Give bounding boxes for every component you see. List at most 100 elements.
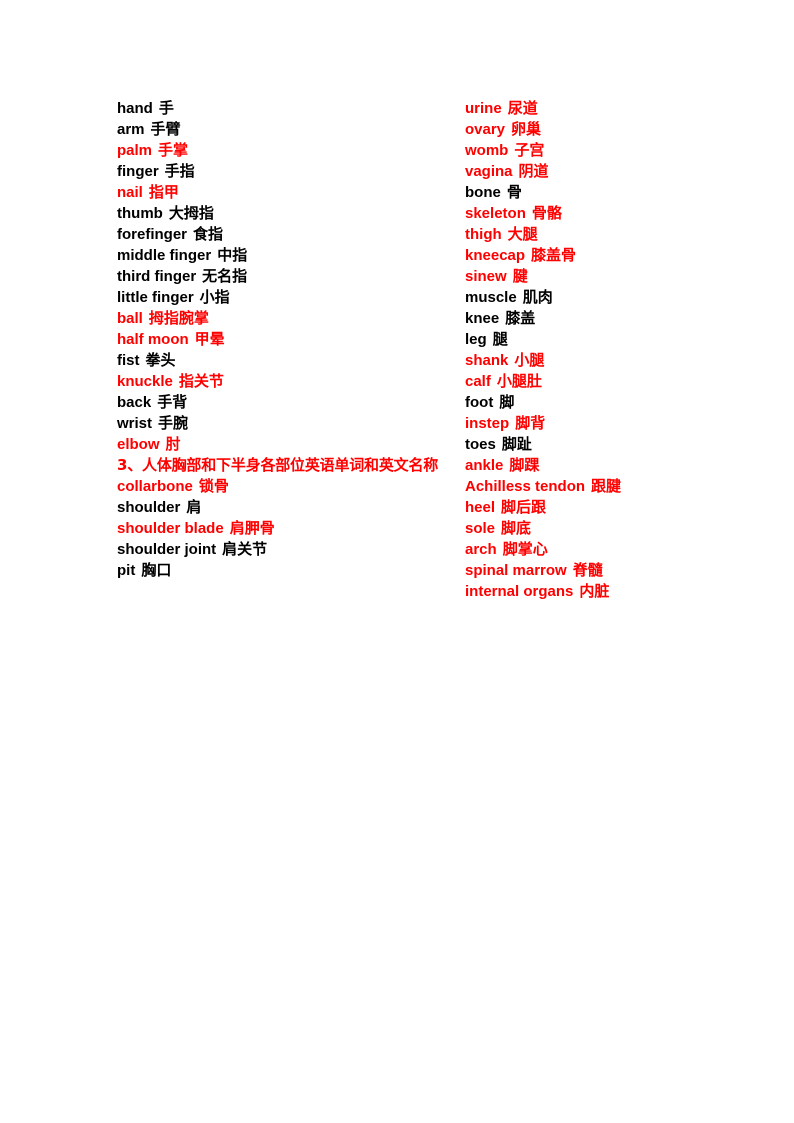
vocab-entry: leg 腿	[465, 329, 680, 350]
vocab-term-chinese: 中指	[217, 246, 248, 264]
vocab-term-chinese: 脚	[499, 393, 515, 411]
vocab-entry: little finger 小指	[117, 287, 467, 308]
vocab-term-english: hand	[117, 100, 153, 117]
vocab-term-english: arm	[117, 121, 145, 138]
vocab-term-english: ankle	[465, 457, 504, 474]
vocab-term-english: sinew	[465, 268, 507, 285]
vocab-term-chinese: 肩关节	[222, 540, 268, 558]
vocab-term-chinese: 阴道	[518, 162, 549, 180]
right-column: urine 尿道 ovary 卵巢 womb 子宫 vagina 阴道 bone 骨 skeleto…	[465, 98, 680, 602]
section-heading: 3、人体胸部和下半身各部位英语单词和英文名称	[117, 456, 439, 474]
vocab-term-chinese: 无名指	[202, 267, 248, 285]
vocab-term-english: third finger	[117, 268, 197, 285]
vocab-term-english: calf	[465, 373, 491, 390]
vocab-term-english: ovary	[465, 121, 506, 138]
vocab-term-chinese: 肘	[165, 435, 181, 453]
vocab-term-english: collarbone	[117, 478, 193, 495]
vocab-entry: palm 手掌	[117, 140, 467, 161]
vocab-term-english: nail	[117, 184, 143, 201]
vocab-entry: sole 脚底	[465, 518, 680, 539]
vocab-term-english: kneecap	[465, 247, 526, 264]
vocab-term-english: thumb	[117, 205, 163, 222]
vocab-entry: nail 指甲	[117, 182, 467, 203]
vocab-term-chinese: 尿道	[507, 99, 538, 117]
vocab-term-chinese: 手指	[164, 162, 195, 180]
vocab-term-chinese: 脚掌心	[502, 540, 548, 558]
vocab-term-english: toes	[465, 436, 496, 453]
vocab-term-english: elbow	[117, 436, 160, 453]
vocab-term-chinese: 手臂	[150, 120, 181, 138]
vocab-term-chinese: 小腿	[514, 351, 545, 369]
vocab-term-chinese: 内脏	[579, 582, 610, 600]
vocab-term-chinese: 腿	[492, 330, 508, 348]
vocab-term-english: internal organs	[465, 583, 574, 600]
vocab-entry: skeleton 骨骼	[465, 203, 680, 224]
vocab-term-english: wrist	[117, 415, 153, 432]
vocab-term-chinese: 肩	[186, 498, 202, 516]
vocab-entry: back 手背	[117, 392, 467, 413]
vocab-term-english: arch	[465, 541, 497, 558]
vocab-entry: vagina 阴道	[465, 161, 680, 182]
right-column-list: urine 尿道 ovary 卵巢 womb 子宫 vagina 阴道 bone 骨 skeleto…	[465, 98, 680, 602]
vocab-term-chinese: 大腿	[507, 225, 538, 243]
vocab-term-english: womb	[465, 142, 509, 159]
vocab-entry: middle finger 中指	[117, 245, 467, 266]
vocab-entry: arch 脚掌心	[465, 539, 680, 560]
vocab-term-english: vagina	[465, 163, 513, 180]
vocab-term-chinese: 肩胛骨	[229, 519, 275, 537]
vocab-term-english: urine	[465, 100, 502, 117]
vocab-entry: half moon 甲晕	[117, 329, 467, 350]
vocab-term-chinese: 肌肉	[522, 288, 553, 306]
document-page: hand 手 arm 手臂 palm 手掌 finger 手指 nail 指甲 thumb 大拇指 fo…	[0, 0, 794, 1123]
vocab-entry: ball 拇指腕掌	[117, 308, 467, 329]
vocab-entry: spinal marrow 脊髓	[465, 560, 680, 581]
vocab-term-chinese: 子宫	[514, 141, 545, 159]
left-column: hand 手 arm 手臂 palm 手掌 finger 手指 nail 指甲 thumb 大拇指 fo…	[117, 98, 467, 581]
vocab-term-chinese: 脚后跟	[501, 498, 547, 516]
vocab-entry: womb 子宫	[465, 140, 680, 161]
vocab-entry: arm 手臂	[117, 119, 467, 140]
vocab-term-english: palm	[117, 142, 153, 159]
vocab-term-english: half moon	[117, 331, 189, 348]
vocab-term-chinese: 手腕	[158, 414, 189, 432]
vocab-entry: heel 脚后跟	[465, 497, 680, 518]
vocab-entry: bone 骨	[465, 182, 680, 203]
vocab-entry: shoulder joint 肩关节	[117, 539, 467, 560]
vocab-entry: muscle 肌肉	[465, 287, 680, 308]
vocab-term-chinese: 大拇指	[168, 204, 214, 222]
vocab-term-english: spinal marrow	[465, 562, 567, 579]
vocab-entry: elbow 肘	[117, 434, 467, 455]
vocab-term-english: back	[117, 394, 152, 411]
vocab-term-english: shank	[465, 352, 509, 369]
vocab-term-english: thigh	[465, 226, 502, 243]
vocab-term-chinese: 手背	[157, 393, 188, 411]
vocab-term-chinese: 腱	[512, 267, 528, 285]
vocab-term-english: bone	[465, 184, 501, 201]
vocab-term-english: instep	[465, 415, 510, 432]
vocab-term-chinese: 脚底	[501, 519, 532, 537]
left-column-list-part-one: hand 手 arm 手臂 palm 手掌 finger 手指 nail 指甲 thumb 大拇指 fo…	[117, 98, 467, 455]
vocab-term-english: sole	[465, 520, 496, 537]
vocab-entry: thumb 大拇指	[117, 203, 467, 224]
vocab-entry: pit 胸口	[117, 560, 467, 581]
vocab-entry: shoulder 肩	[117, 497, 467, 518]
vocab-term-chinese: 脚踝	[509, 456, 540, 474]
vocab-entry: knee 膝盖	[465, 308, 680, 329]
vocab-entry: knuckle 指关节	[117, 371, 467, 392]
vocab-term-english: fist	[117, 352, 140, 369]
vocab-entry: Achilless tendon 跟腱	[465, 476, 680, 497]
vocab-term-chinese: 跟腱	[591, 477, 622, 495]
vocab-term-chinese: 骨骼	[531, 204, 562, 222]
vocab-entry: ovary 卵巢	[465, 119, 680, 140]
vocab-term-chinese: 胸口	[141, 561, 172, 579]
vocab-term-english: finger	[117, 163, 159, 180]
vocab-term-chinese: 小腿肚	[496, 372, 542, 390]
vocab-term-chinese: 脊髓	[572, 561, 603, 579]
vocab-entry: shank 小腿	[465, 350, 680, 371]
vocab-term-chinese: 脚背	[515, 414, 546, 432]
vocab-term-english: Achilless tendon	[465, 478, 586, 495]
vocab-term-chinese: 甲晕	[194, 330, 225, 348]
left-column-list-part-two: collarbone 锁骨 shoulder 肩 shoulder blade 肩胛骨 sh…	[117, 476, 467, 581]
vocab-term-english: shoulder blade	[117, 520, 224, 537]
vocab-entry: finger 手指	[117, 161, 467, 182]
